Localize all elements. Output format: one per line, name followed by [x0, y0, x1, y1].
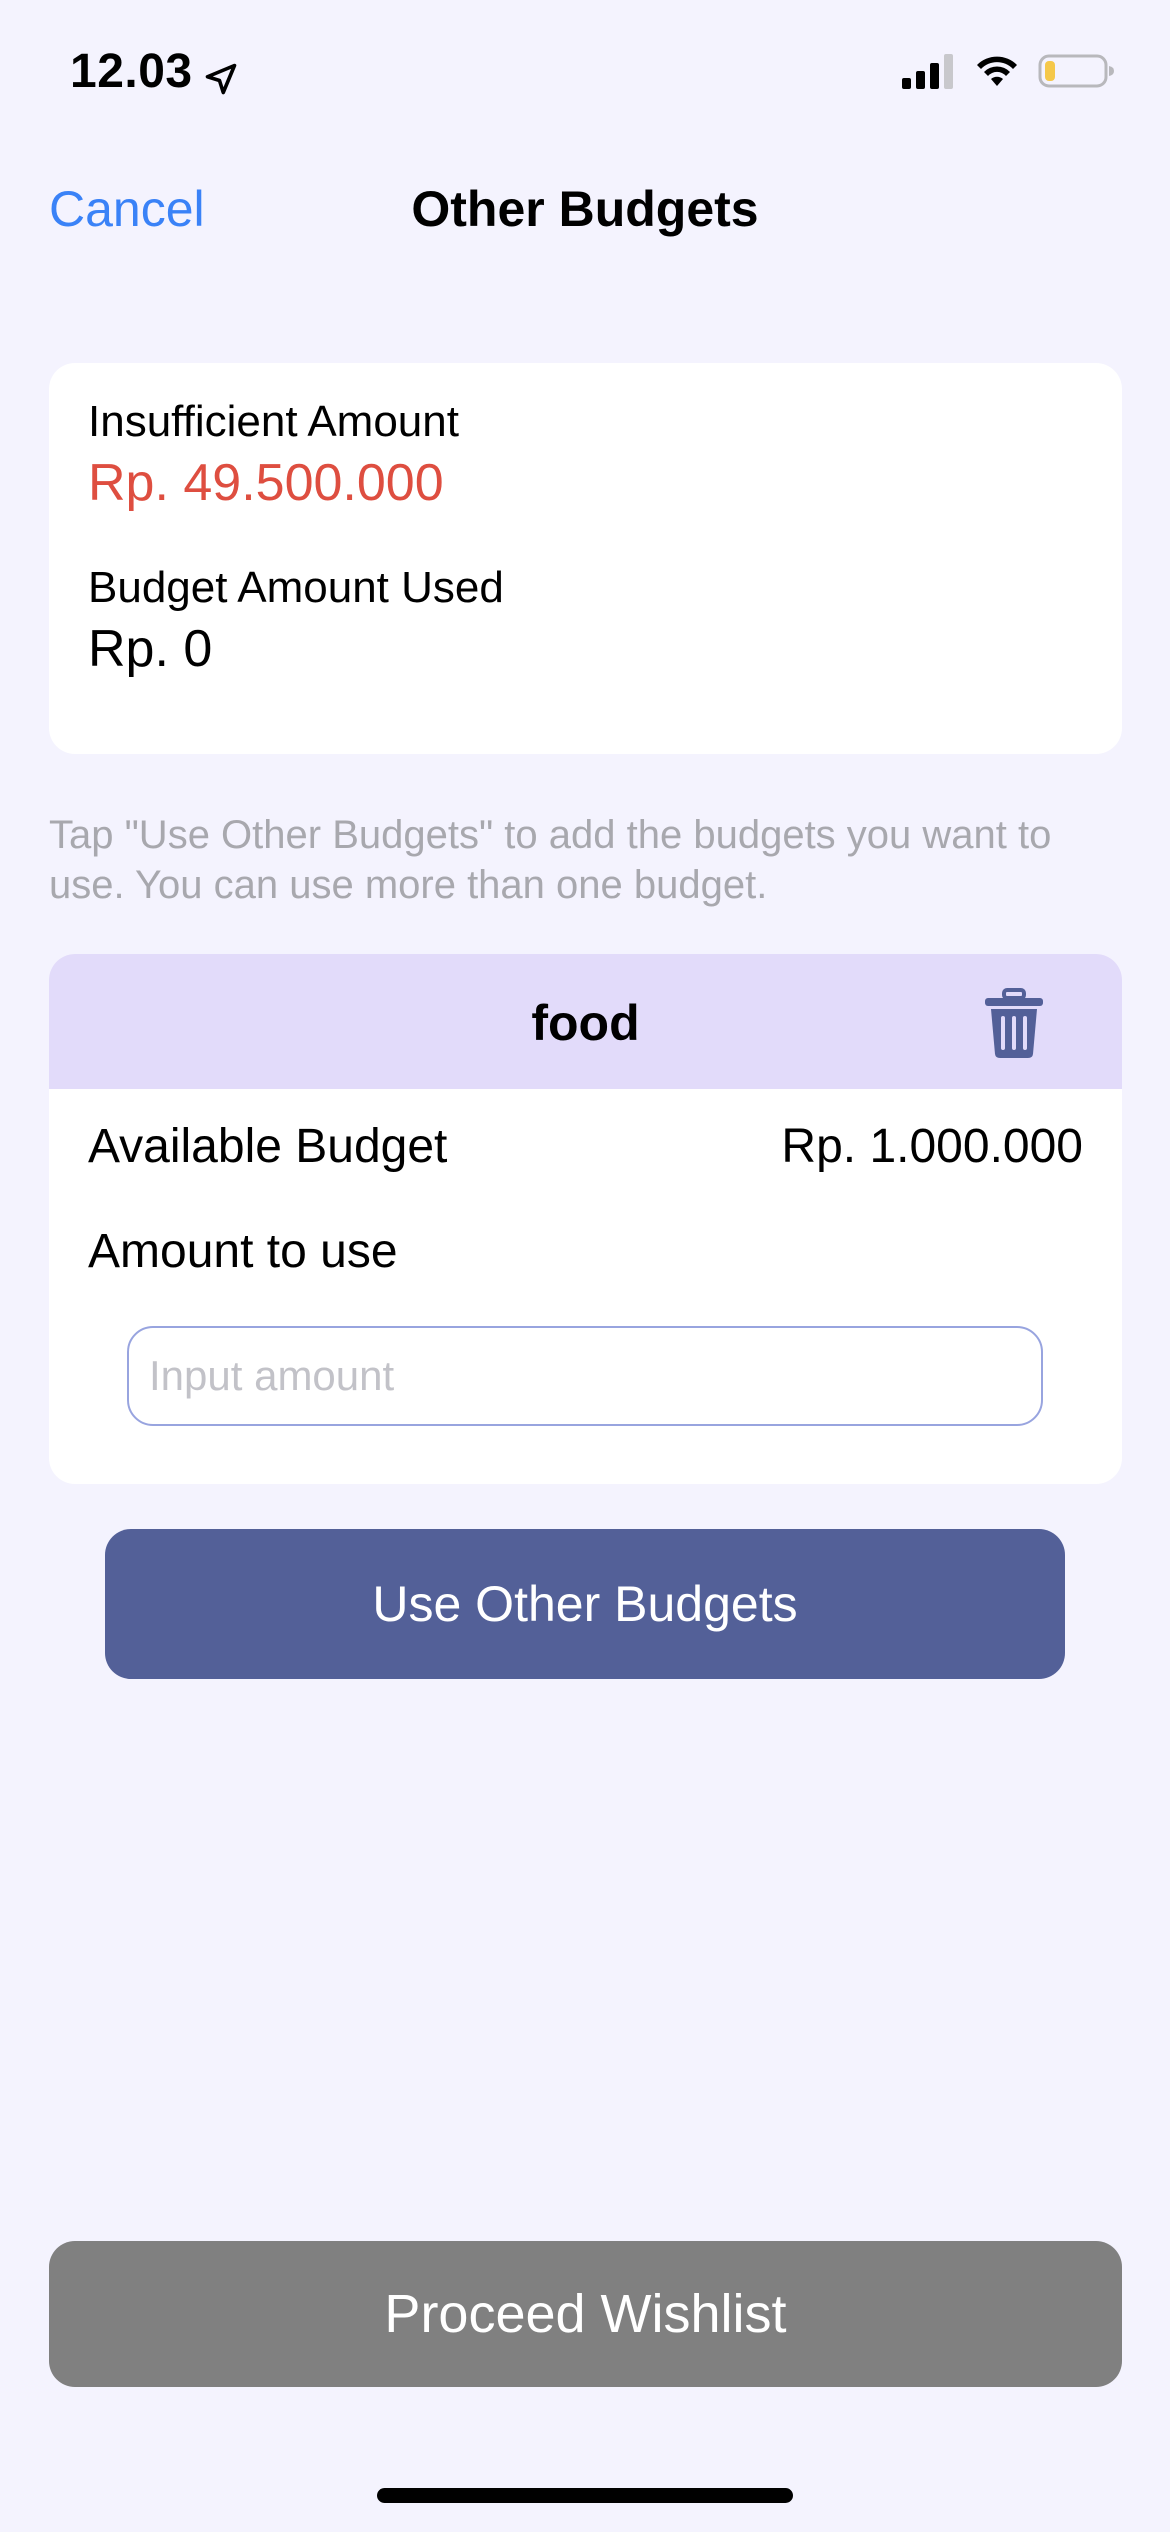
budget-name: food: [531, 995, 640, 1051]
amount-to-use-label: Amount to use: [88, 1225, 398, 1278]
proceed-wishlist-button[interactable]: Proceed Wishlist: [49, 2241, 1122, 2387]
status-bar: 12.03: [0, 0, 1170, 150]
budget-used-value: Rp. 0: [88, 620, 213, 678]
budget-card: food Available Budget Rp. 1.000.000 Amou…: [49, 954, 1122, 1484]
trash-icon: [985, 988, 1043, 1058]
cellular-signal-icon: [902, 54, 953, 89]
use-other-budgets-button[interactable]: Use Other Budgets: [105, 1529, 1065, 1679]
wifi-icon: [977, 56, 1017, 86]
status-indicators: [900, 52, 1116, 90]
location-arrow-icon: [203, 54, 239, 94]
hint-text: Tap "Use Other Budgets" to add the budge…: [49, 813, 1052, 907]
available-budget-value: Rp. 1.000.000: [781, 1120, 1083, 1173]
delete-budget-button[interactable]: [982, 988, 1046, 1060]
amount-input[interactable]: [127, 1326, 1043, 1426]
cancel-button[interactable]: Cancel: [49, 180, 205, 238]
summary-card: Insufficient Amount Rp. 49.500.000 Budge…: [49, 363, 1122, 754]
insufficient-amount-label: Insufficient Amount: [88, 397, 459, 446]
insufficient-amount-value: Rp. 49.500.000: [88, 454, 444, 512]
home-indicator[interactable]: [377, 2488, 793, 2503]
budget-used-label: Budget Amount Used: [88, 563, 504, 612]
available-budget-label: Available Budget: [88, 1120, 448, 1173]
status-time: 12.03: [70, 44, 239, 99]
battery-low-icon: [1038, 54, 1114, 88]
budget-card-header: food: [49, 954, 1122, 1089]
status-time-text: 12.03: [70, 45, 193, 98]
navigation-bar: Other Budgets Cancel: [0, 170, 1170, 246]
